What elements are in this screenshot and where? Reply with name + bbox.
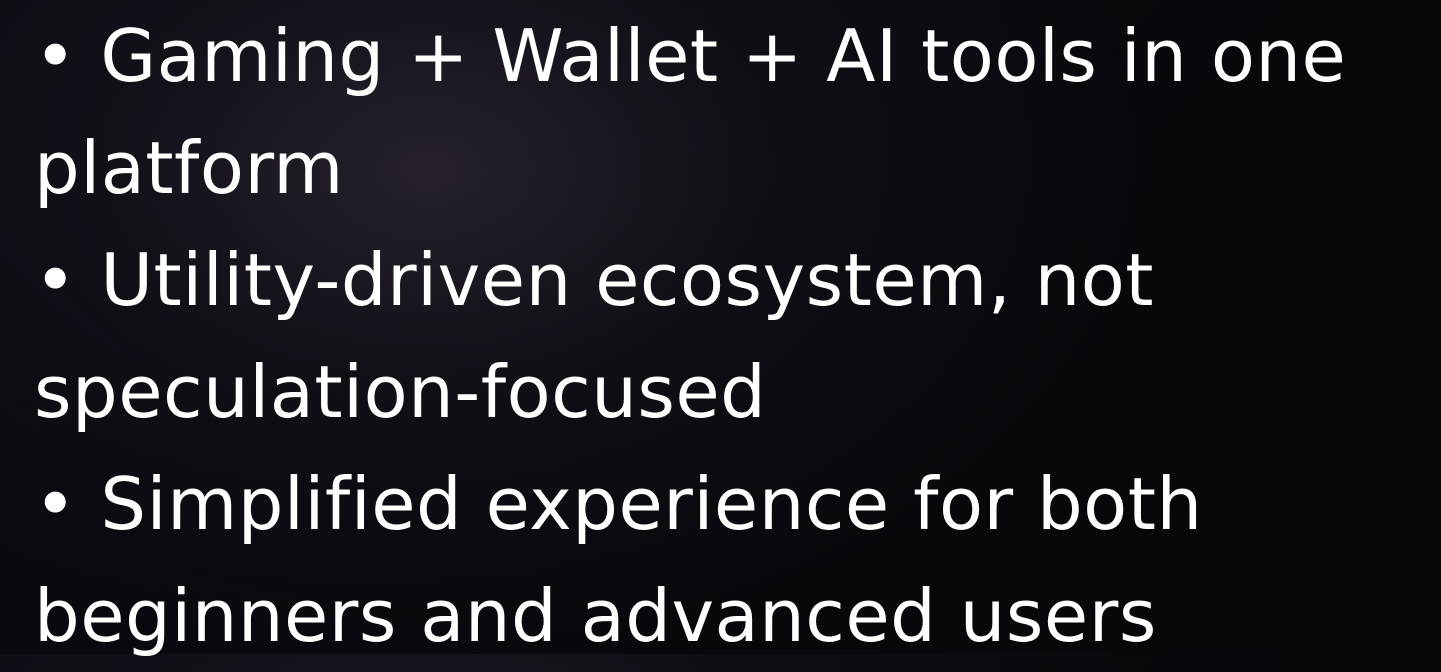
bullet-item-ecosystem: • Utility-driven ecosystem, not speculat… xyxy=(34,224,1434,448)
bullet-text-line: • Gaming + Wallet + AI tools in one xyxy=(34,14,1347,98)
bullet-text-line: platform xyxy=(34,126,344,210)
feature-list: • Gaming + Wallet + AI tools in one plat… xyxy=(34,0,1434,672)
bullet-item-platform: • Gaming + Wallet + AI tools in one plat… xyxy=(34,0,1434,224)
bullet-text-line: • Simplified experience for both xyxy=(34,462,1203,546)
bullet-text-line: speculation-focused xyxy=(34,350,767,434)
bullet-item-experience: • Simplified experience for both beginne… xyxy=(34,448,1434,672)
bullet-text-line: • Utility-driven ecosystem, not xyxy=(34,238,1155,322)
bullet-text-line: beginners and advanced users xyxy=(34,574,1157,658)
